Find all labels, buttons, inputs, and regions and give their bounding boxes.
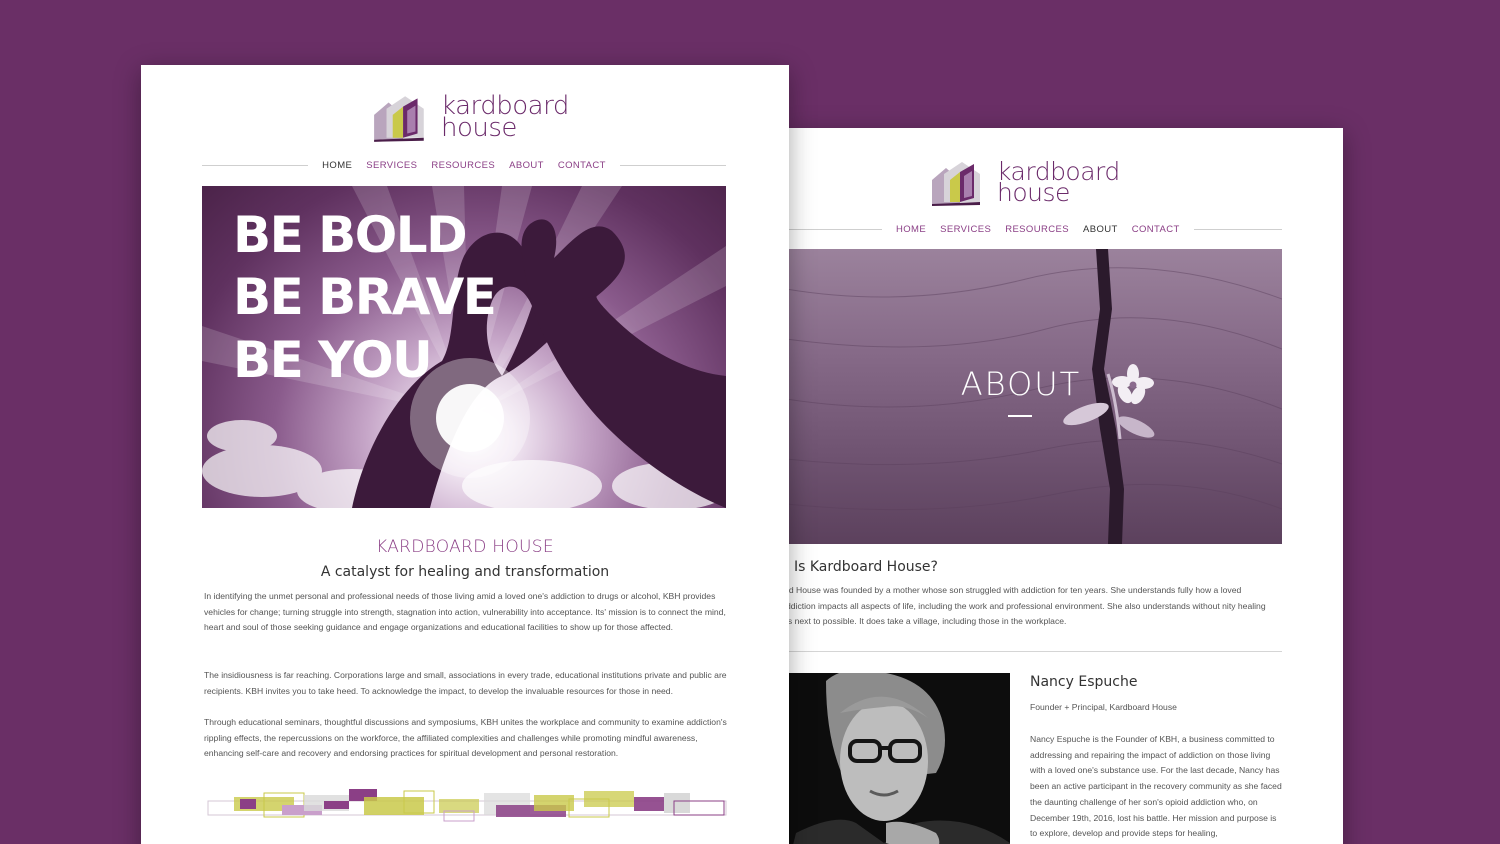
founder-portrait xyxy=(786,673,1010,844)
nav-rule-right xyxy=(1193,229,1282,230)
portrait-photo xyxy=(793,673,1010,844)
nav-rule-right xyxy=(619,165,726,166)
hero-line-3: BE YOU xyxy=(233,331,433,389)
site-logo[interactable]: kardboard house xyxy=(929,158,1120,206)
intro-paragraph-2: The insidiousness is far reaching. Corpo… xyxy=(204,670,727,696)
house-logo-icon xyxy=(932,162,980,206)
intro-paragraph-1: In identifying the unmet personal and pr… xyxy=(204,591,726,633)
nav-contact[interactable]: CONTACT xyxy=(558,160,606,171)
hero-line-1: BE BOLD xyxy=(233,206,468,264)
house-logo-icon xyxy=(374,96,424,142)
nav-resources[interactable]: RESOURCES xyxy=(431,160,495,171)
intro-paragraph-3: Through educational seminars, thoughtful… xyxy=(204,717,727,759)
about-heading: Is Kardboard House? xyxy=(794,559,938,575)
nav-rule-left xyxy=(202,165,309,166)
site-logo[interactable]: kardboard house xyxy=(371,92,569,142)
nav-contact[interactable]: CONTACT xyxy=(1132,224,1180,235)
founder-bio: Nancy Espuche is the Founder of KBH, a b… xyxy=(1030,734,1282,839)
about-hero-image: ABOUT xyxy=(786,249,1282,544)
main-nav: HOME SERVICES RESOURCES ABOUT CONTACT xyxy=(786,224,1282,235)
nav-home[interactable]: HOME xyxy=(322,160,352,171)
founder-role: Founder + Principal, Kardboard House xyxy=(1030,702,1177,712)
nav-resources[interactable]: RESOURCES xyxy=(1005,224,1069,235)
nav-rule-left xyxy=(786,229,882,230)
nav-about[interactable]: ABOUT xyxy=(1083,224,1118,235)
about-page-mockup: kardboard house HOME SERVICES RESOURCES … xyxy=(786,128,1343,844)
site-tagline: A catalyst for healing and transformatio… xyxy=(320,564,610,580)
founder-name: Nancy Espuche xyxy=(1030,674,1138,690)
nav-services[interactable]: SERVICES xyxy=(940,224,991,235)
hero-line-2: BE BRAVE xyxy=(233,268,497,326)
nav-home[interactable]: HOME xyxy=(896,224,926,235)
about-intro-text: rd House was founded by a mother whose s… xyxy=(786,585,1266,627)
section-divider xyxy=(786,651,1282,652)
home-hero-image: BE BOLD BE BRAVE BE YOU xyxy=(202,186,726,508)
home-page-mockup: kardboard house HOME SERVICES RESOURCES … xyxy=(141,65,789,844)
about-title-underline xyxy=(1008,415,1032,417)
about-hero-title: ABOUT xyxy=(960,365,1082,403)
main-nav: HOME SERVICES RESOURCES ABOUT CONTACT xyxy=(202,160,726,171)
site-title: KARDBOARD HOUSE xyxy=(376,537,554,557)
nav-services[interactable]: SERVICES xyxy=(366,160,417,171)
nav-about[interactable]: ABOUT xyxy=(509,160,544,171)
decorative-blocks-divider xyxy=(207,789,727,822)
